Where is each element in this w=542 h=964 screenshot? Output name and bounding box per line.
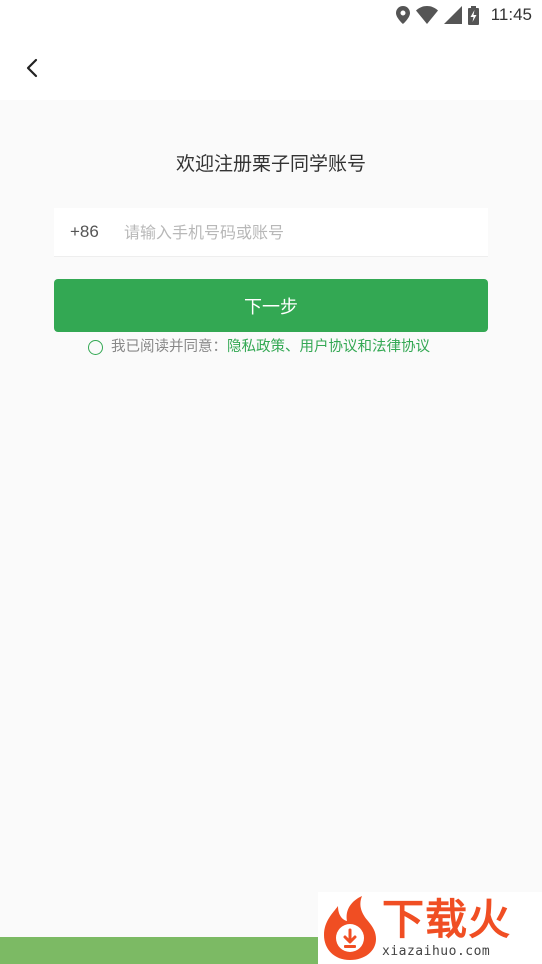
agreement-row: 我已阅读并同意： 隐私政策、用户协议和法律协议 bbox=[88, 336, 430, 358]
wifi-icon bbox=[415, 6, 438, 24]
watermark-logo: 下载火 xiazaihuo.com bbox=[318, 892, 542, 964]
status-icons: 11:45 bbox=[395, 4, 532, 26]
location-icon bbox=[395, 6, 410, 24]
watermark-url: xiazaihuo.com bbox=[382, 944, 491, 959]
flame-logo-icon bbox=[324, 896, 376, 960]
agreement-links[interactable]: 隐私政策、用户协议和法律协议 bbox=[227, 336, 430, 358]
page-title: 欢迎注册栗子同学账号 bbox=[175, 153, 366, 175]
phone-input-row: +86 bbox=[54, 208, 488, 257]
next-button[interactable]: 下一步 bbox=[54, 279, 488, 332]
agreement-checkbox[interactable] bbox=[88, 339, 103, 355]
status-bar: 11:45 bbox=[0, 0, 542, 30]
signal-icon bbox=[443, 6, 462, 24]
agreement-text: 我已阅读并同意： bbox=[111, 339, 227, 355]
watermark-title: 下载火 bbox=[382, 895, 512, 944]
app-bar bbox=[0, 30, 542, 100]
chevron-left-icon bbox=[25, 58, 39, 82]
phone-input[interactable] bbox=[124, 218, 474, 246]
back-button[interactable] bbox=[16, 54, 48, 86]
country-code[interactable]: +86 bbox=[70, 221, 99, 243]
status-time: 11:45 bbox=[490, 5, 532, 24]
battery-charging-icon bbox=[467, 5, 479, 25]
